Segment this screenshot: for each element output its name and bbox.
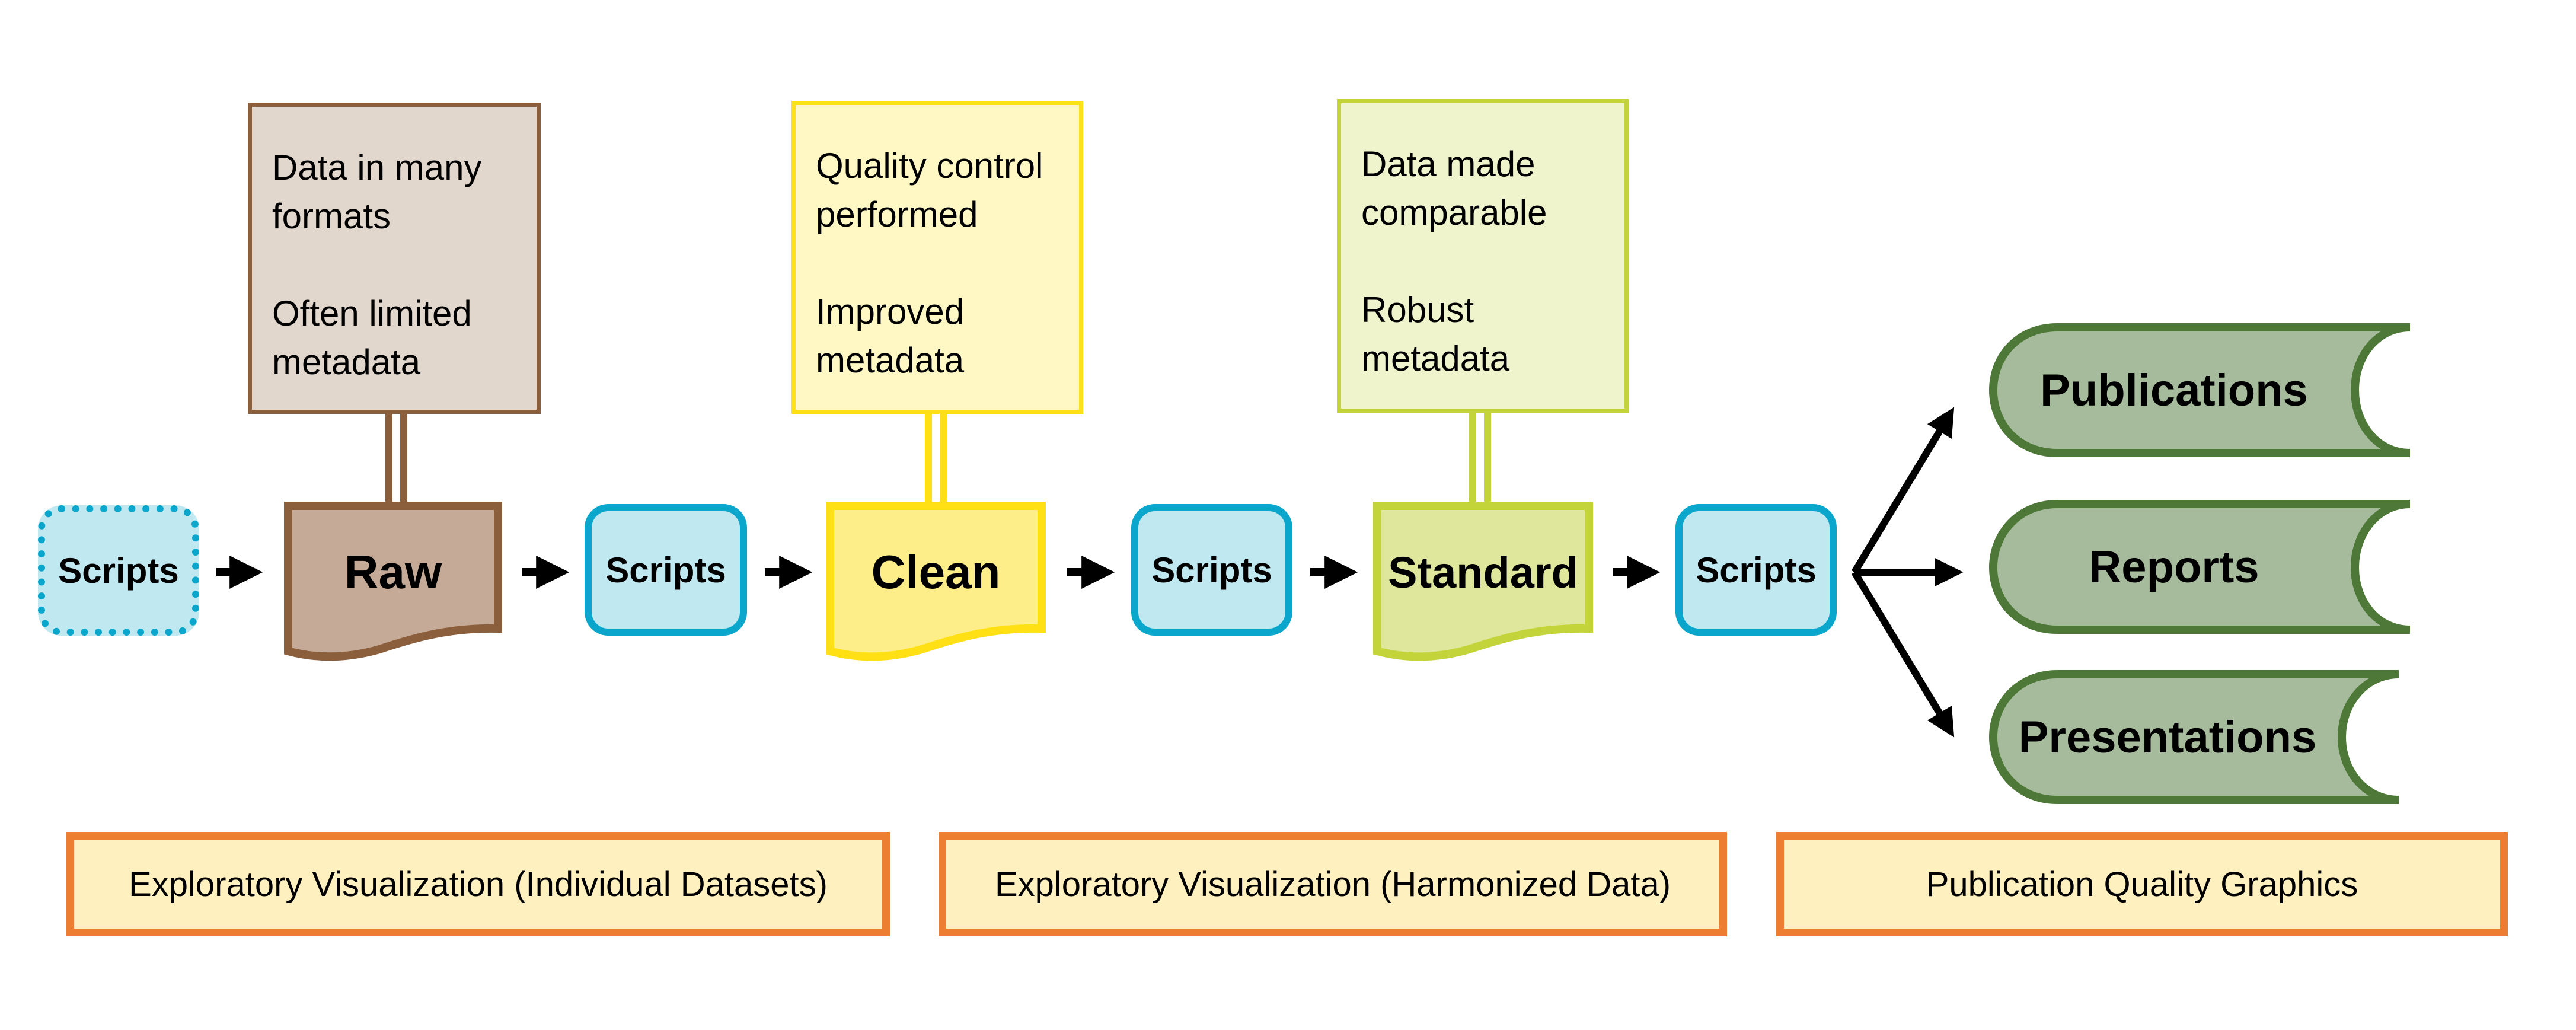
branch-arrows bbox=[1851, 407, 1964, 738]
clean-note-box: Quality control performed Improved metad… bbox=[791, 101, 1083, 414]
scripts-label: Scripts bbox=[605, 550, 726, 590]
arrow-to-publications bbox=[1851, 407, 1955, 575]
raw-label: Raw bbox=[344, 546, 442, 598]
raw-note-box: Data in many formats Often limited metad… bbox=[248, 103, 541, 414]
standard-connector bbox=[1469, 413, 1491, 502]
raw-note-line: metadata bbox=[272, 342, 421, 382]
presentations-label: Presentations bbox=[2018, 712, 2317, 763]
scripts-label: Scripts bbox=[1151, 550, 1272, 590]
raw-note-line: formats bbox=[272, 196, 391, 236]
standard-note-line: Robust bbox=[1361, 290, 1474, 330]
standard-note-line: comparable bbox=[1361, 193, 1547, 232]
standard-label: Standard bbox=[1388, 547, 1578, 597]
phase-label: Exploratory Visualization (Harmonized Da… bbox=[994, 865, 1671, 904]
phase-label: Publication Quality Graphics bbox=[1926, 865, 2358, 904]
phase-label: Exploratory Visualization (Individual Da… bbox=[129, 865, 828, 904]
phase-box-publication: Publication Quality Graphics bbox=[1776, 832, 2508, 936]
clean-document[interactable]: Clean bbox=[826, 513, 1046, 632]
publications-label: Publications bbox=[2040, 365, 2308, 416]
scripts-box-raw-to-clean[interactable]: Scripts bbox=[585, 504, 747, 636]
standard-document[interactable]: Standard bbox=[1373, 513, 1593, 632]
clean-note-line: Improved bbox=[816, 292, 965, 331]
scripts-label: Scripts bbox=[1696, 550, 1817, 590]
clean-label: Clean bbox=[871, 546, 1001, 598]
raw-connector bbox=[385, 414, 407, 502]
scripts-box-standard-to-outputs[interactable]: Scripts bbox=[1675, 504, 1837, 636]
scripts-box-initial[interactable]: Scripts bbox=[38, 505, 199, 636]
scripts-box-clean-to-standard[interactable]: Scripts bbox=[1131, 504, 1292, 636]
standard-note-line: metadata bbox=[1361, 339, 1510, 378]
clean-note-line: performed bbox=[816, 194, 978, 234]
phase-box-individual: Exploratory Visualization (Individual Da… bbox=[66, 832, 890, 936]
standard-note-box: Data made comparable Robust metadata bbox=[1337, 99, 1629, 413]
raw-note-line: Often limited bbox=[272, 294, 472, 333]
clean-note-line: Quality control bbox=[816, 146, 1043, 186]
clean-note-line: metadata bbox=[816, 340, 965, 380]
clean-connector bbox=[925, 414, 947, 502]
raw-document[interactable]: Raw bbox=[284, 513, 502, 632]
standard-note-line: Data made bbox=[1361, 144, 1536, 184]
reports-label: Reports bbox=[2089, 541, 2259, 592]
scripts-label: Scripts bbox=[58, 550, 179, 591]
raw-note-line: Data in many bbox=[272, 148, 482, 187]
arrow-to-presentations bbox=[1851, 570, 1955, 738]
phase-box-harmonized: Exploratory Visualization (Harmonized Da… bbox=[939, 832, 1727, 936]
